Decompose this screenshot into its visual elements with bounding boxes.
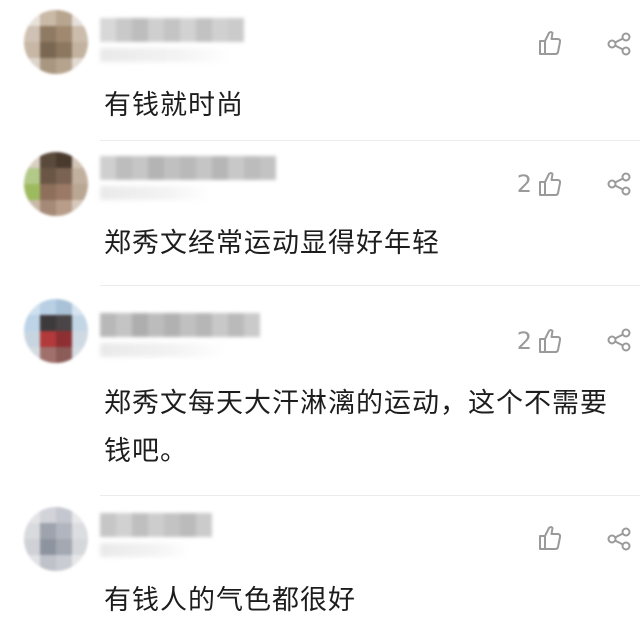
avatar[interactable] bbox=[24, 10, 88, 74]
like-button[interactable]: 2 bbox=[517, 170, 562, 198]
comment-item: 2 郑秀文每天大汗淋漓的运动，这个不需要钱吧。 bbox=[0, 285, 640, 495]
divider bbox=[100, 140, 640, 141]
divider bbox=[100, 495, 640, 496]
username-blurred[interactable] bbox=[100, 313, 260, 337]
username-blurred[interactable] bbox=[100, 156, 276, 180]
comment-text: 郑秀文经常运动显得好年轻 bbox=[104, 228, 440, 259]
user-meta-blurred bbox=[100, 186, 210, 200]
user-meta-blurred bbox=[100, 543, 190, 557]
comment-item: 2 郑秀文经常运动显得好年轻 bbox=[0, 140, 640, 285]
avatar[interactable] bbox=[24, 299, 88, 363]
share-icon[interactable] bbox=[606, 527, 632, 551]
share-icon[interactable] bbox=[606, 32, 632, 56]
like-count: 2 bbox=[516, 327, 532, 355]
thumbs-up-icon bbox=[539, 31, 562, 55]
comment-text: 有钱人的气色都很好 bbox=[104, 585, 356, 616]
username-blurred[interactable] bbox=[100, 18, 244, 42]
user-meta-blurred bbox=[100, 48, 230, 62]
username-blurred[interactable] bbox=[100, 513, 212, 537]
share-icon[interactable] bbox=[606, 328, 632, 352]
thumbs-up-icon bbox=[539, 172, 562, 196]
thumbs-up-icon bbox=[539, 526, 562, 550]
like-button[interactable] bbox=[532, 525, 562, 551]
comment-text: 有钱就时尚 bbox=[104, 90, 244, 121]
comment-item: 有钱人的气色都很好 bbox=[0, 495, 640, 634]
avatar[interactable] bbox=[24, 152, 88, 216]
share-icon[interactable] bbox=[606, 172, 632, 196]
like-button[interactable] bbox=[532, 30, 562, 56]
comment-item: 有钱就时尚 bbox=[0, 0, 640, 140]
like-button[interactable]: 2 bbox=[517, 327, 562, 355]
avatar[interactable] bbox=[24, 507, 88, 571]
comment-text: 郑秀文每天大汗淋漓的运动，这个不需要钱吧。 bbox=[104, 388, 608, 467]
divider bbox=[100, 285, 640, 286]
user-meta-blurred bbox=[100, 343, 225, 357]
thumbs-up-icon bbox=[539, 329, 562, 353]
like-count: 2 bbox=[516, 170, 532, 198]
